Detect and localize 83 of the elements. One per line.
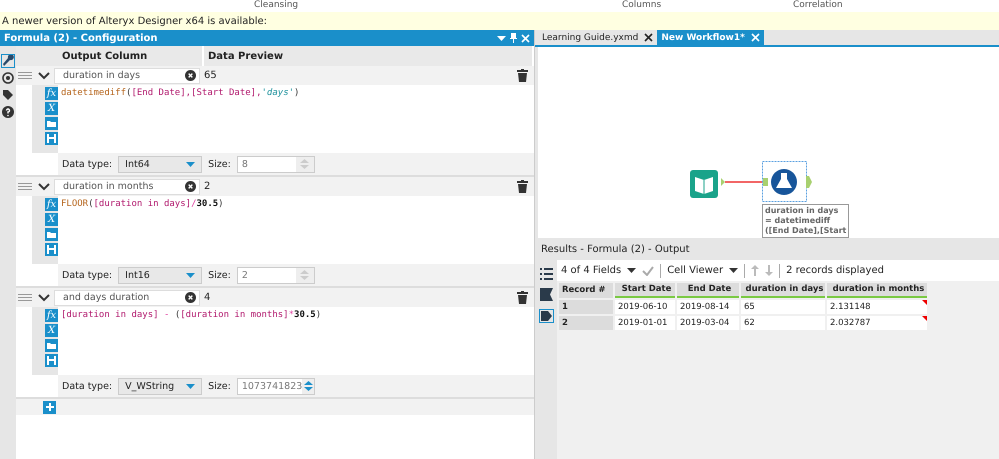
data-type-dropdown[interactable]: V_WString: [118, 378, 202, 394]
size-field[interactable]: 1073741823: [236, 378, 315, 394]
clear-icon[interactable]: [185, 181, 196, 192]
workflow-tab[interactable]: New Workflow1*: [657, 30, 764, 45]
variable-button[interactable]: X: [45, 324, 58, 337]
records-status: 2 records displayed: [786, 265, 884, 276]
data-preview: 2: [204, 181, 210, 192]
chevron-icon[interactable]: [38, 182, 50, 190]
ribbon-label[interactable]: Correlation: [793, 0, 843, 11]
results-title: Results - Formula (2) - Output: [541, 244, 690, 254]
variable-button[interactable]: X: [45, 213, 58, 226]
row-number: 2: [559, 316, 613, 330]
wrench-icon[interactable]: [1, 54, 15, 68]
function-button[interactable]: fx: [45, 198, 58, 211]
variable-button[interactable]: X: [45, 102, 58, 115]
size-field[interactable]: 8: [236, 156, 315, 172]
size-field[interactable]: 2: [236, 266, 315, 284]
caret-icon[interactable]: [627, 268, 636, 273]
column-header: duration in days: [741, 283, 825, 298]
row-number: 1: [559, 300, 613, 314]
trash-icon[interactable]: [517, 291, 528, 304]
column-header: Start Date: [615, 283, 675, 298]
table-cell: 62: [741, 316, 825, 330]
table-cell: 2019-01-01: [615, 316, 675, 330]
data-type-label: Data type:: [62, 158, 112, 170]
spinner-icon[interactable]: [304, 380, 313, 392]
check-icon[interactable]: [642, 266, 654, 276]
pin-icon[interactable]: [510, 33, 517, 43]
data-type-label: Data type:: [62, 270, 112, 280]
clear-icon[interactable]: [185, 70, 196, 81]
help-icon[interactable]: [1, 105, 15, 119]
trash-icon[interactable]: [517, 180, 528, 193]
data-preview: 4: [204, 292, 210, 303]
folder-icon[interactable]: [45, 117, 58, 130]
table-cell: 2019-08-14: [677, 300, 739, 314]
ribbon-label[interactable]: Cleansing: [254, 0, 298, 11]
trash-icon[interactable]: [517, 69, 528, 82]
data-type-dropdown[interactable]: Int64: [118, 156, 202, 172]
folder-icon[interactable]: [45, 228, 58, 241]
size-label: Size:: [208, 380, 231, 392]
banner-text: A newer version of Alteryx Designer x64 is available:: [2, 16, 268, 26]
data-type-label: Data type:: [62, 380, 112, 392]
chevron-icon[interactable]: [38, 72, 50, 80]
chevron-icon[interactable]: [38, 294, 50, 302]
function-button[interactable]: fx: [45, 309, 58, 322]
table-cell: 2019-06-10: [615, 300, 675, 314]
formula-editor[interactable]: FLOOR([duration in days]/30.5): [58, 196, 534, 264]
output-anchor-icon[interactable]: [538, 309, 554, 323]
output-column-field[interactable]: and days duration: [54, 290, 200, 306]
clear-icon[interactable]: [185, 292, 196, 303]
fields-dropdown[interactable]: 4 of 4 Fields: [561, 265, 622, 276]
flag-icon[interactable]: [540, 288, 552, 301]
size-label: Size:: [208, 270, 231, 280]
connection-line: [721, 177, 769, 187]
table-cell: 65: [741, 300, 825, 314]
formula-tool-icon[interactable]: [762, 161, 812, 203]
input-tool-icon[interactable]: [690, 170, 718, 198]
formula-editor[interactable]: datetimediff([End Date],[Start Date],'days'): [58, 85, 534, 153]
cell-viewer-dropdown[interactable]: Cell Viewer: [667, 265, 724, 276]
table-cell: 2.032787: [827, 316, 927, 330]
folder-icon[interactable]: [45, 339, 58, 352]
function-button[interactable]: fx: [45, 87, 58, 100]
output-column-field[interactable]: duration in months: [54, 178, 200, 194]
tag-icon[interactable]: [1, 88, 15, 102]
data-type-dropdown[interactable]: Int16: [118, 266, 202, 284]
panel-title: Formula (2) - Configuration: [4, 32, 158, 44]
table-cell: 2019-03-04: [677, 316, 739, 330]
up-arrow-icon[interactable]: [751, 265, 760, 276]
down-arrow-icon[interactable]: [765, 265, 774, 276]
close-icon[interactable]: [644, 33, 654, 42]
size-label: Size:: [208, 158, 231, 170]
ribbon-label[interactable]: Columns: [622, 0, 662, 11]
column-header: Record #: [559, 283, 613, 298]
column-header: duration in months: [827, 283, 927, 298]
formula-editor[interactable]: [duration in days] - ([duration in months]*30.5): [58, 307, 534, 375]
list-icon[interactable]: [540, 268, 552, 280]
add-icon[interactable]: [43, 400, 56, 414]
tool-annotation: duration in days = datetimediff ([End Date],[Start: [762, 204, 850, 238]
caret-icon[interactable]: [729, 268, 738, 273]
column-header: End Date: [677, 283, 739, 298]
table-cell: 2.131148: [827, 300, 927, 314]
output-column-field[interactable]: duration in days: [54, 68, 200, 84]
data-preview: 65: [204, 70, 217, 81]
